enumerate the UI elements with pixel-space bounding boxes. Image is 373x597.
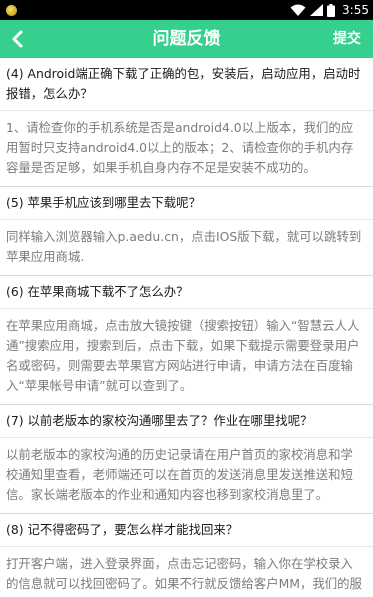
status-bar: 3:55 bbox=[0, 0, 373, 20]
faq-answer: 在苹果应用商城，点击放大镜按键（搜索按钮）输入“智慧云人人通”搜索应用，搜索到后… bbox=[6, 318, 360, 393]
faq-item: (5) 苹果手机应该到哪里去下载呢？ 同样输入浏览器输入p.aedu.cn，点击… bbox=[0, 187, 373, 276]
faq-question: (7) 以前老版本的家校沟通哪里去了？作业在哪里找呢？ bbox=[0, 405, 373, 438]
faq-answer: 同样输入浏览器输入p.aedu.cn，点击IOS版下载，就可以跳转到苹果应用商城… bbox=[6, 229, 362, 264]
faq-question: (5) 苹果手机应该到哪里去下载呢？ bbox=[0, 187, 373, 220]
faq-answer: 1、请检查你的手机系统是否是android4.0以上版本，我们的应用暂时只支持a… bbox=[6, 120, 354, 175]
nav-bar: 问题反馈 提交 bbox=[0, 20, 373, 58]
faq-question: (8) 记不得密码了，要怎么样才能找回来？ bbox=[0, 514, 373, 547]
faq-question: (4) Android端正确下载了正确的包，安装后，启动应用，启动时报错，怎么办… bbox=[0, 58, 373, 111]
app-icon bbox=[6, 4, 17, 16]
signal-icon bbox=[310, 4, 324, 16]
faq-item: (6) 在苹果商城下载不了怎么办？ 在苹果应用商城，点击放大镜按键（搜索按钮）输… bbox=[0, 276, 373, 405]
faq-item: (8) 记不得密码了，要怎么样才能找回来？ 打开客户端，进入登录界面，点击忘记密… bbox=[0, 514, 373, 597]
faq-list[interactable]: (4) Android端正确下载了正确的包，安装后，启动应用，启动时报错，怎么办… bbox=[0, 58, 373, 597]
submit-button[interactable]: 提交 bbox=[333, 20, 361, 58]
faq-item: (7) 以前老版本的家校沟通哪里去了？作业在哪里找呢？ 以前老版本的家校沟通的历… bbox=[0, 405, 373, 514]
status-time: 3:55 bbox=[342, 3, 369, 17]
faq-item: (4) Android端正确下载了正确的包，安装后，启动应用，启动时报错，怎么办… bbox=[0, 58, 373, 187]
faq-answer: 以前老版本的家校沟通的历史记录请在用户首页的家校消息和学校通知里查看，老师端还可… bbox=[6, 447, 353, 502]
faq-answer: 打开客户端，进入登录界面，点击忘记密码，输入你在学校录入的信息就可以找回密码了。… bbox=[6, 556, 362, 597]
battery-icon bbox=[327, 3, 336, 17]
page-title: 问题反馈 bbox=[152, 29, 221, 49]
wifi-icon bbox=[290, 4, 306, 16]
faq-question: (6) 在苹果商城下载不了怎么办？ bbox=[0, 276, 373, 309]
